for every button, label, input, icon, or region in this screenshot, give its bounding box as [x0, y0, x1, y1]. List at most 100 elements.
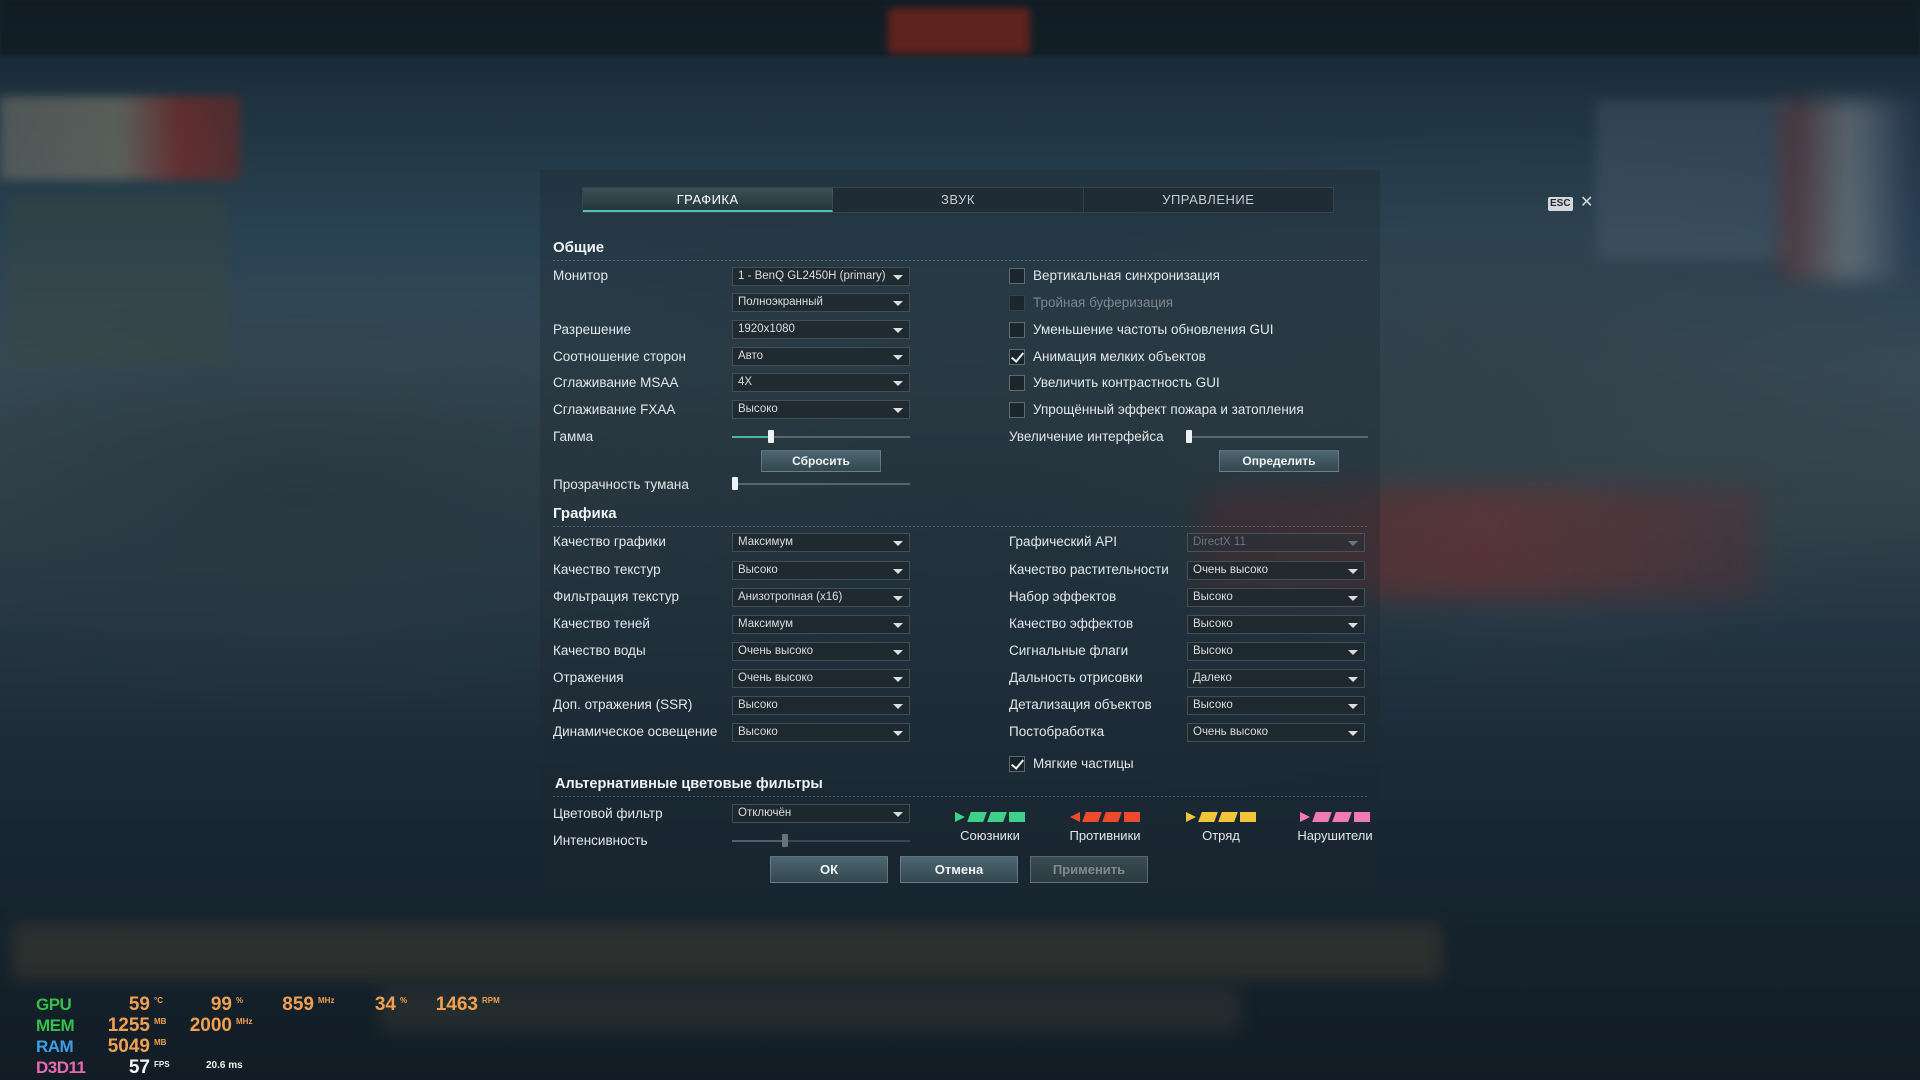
color-filter-group-name: Нарушители — [1297, 828, 1373, 843]
tab-graphics[interactable]: ГРАФИКА — [583, 188, 834, 212]
ui-scale-slider-handle[interactable] — [1186, 430, 1192, 443]
ship-marker-icon — [1198, 812, 1218, 822]
setting-checkbox-label: Упрощённый эффект пожара и затопления — [1033, 402, 1304, 417]
setting-dropdown[interactable]: Очень высоко — [1187, 723, 1365, 742]
monitor-dropdown[interactable]: 1 - BenQ GL2450H (primary) — [732, 267, 910, 286]
color-filter-icons — [1280, 812, 1390, 824]
setting-dropdown-value: Высоко — [1193, 645, 1233, 657]
hw-mem-label: MEM — [36, 1016, 75, 1035]
tab-sound[interactable]: ЗВУК — [833, 188, 1084, 212]
reset-button[interactable]: Сбросить — [761, 450, 881, 472]
gamma-slider-handle[interactable] — [768, 430, 774, 443]
chevron-down-icon — [893, 381, 903, 386]
chevron-down-icon — [893, 275, 903, 280]
chevron-down-icon — [893, 650, 903, 655]
setting-dropdown[interactable]: Очень высоко — [732, 642, 910, 661]
color-filter-label: Цветовой фильтр — [553, 806, 663, 821]
setting-dropdown[interactable]: Высоко — [1187, 696, 1365, 715]
fog-transparency-slider[interactable] — [732, 477, 910, 490]
setting-dropdown[interactable]: Далеко — [1187, 669, 1365, 688]
fxaa-dropdown[interactable]: Высоко — [732, 400, 910, 419]
fog-transparency-label: Прозрачность тумана — [553, 477, 689, 492]
arrow-right-icon — [1186, 812, 1196, 822]
color-filter-dropdown[interactable]: Отключён — [732, 804, 910, 823]
msaa-dropdown[interactable]: 4X — [732, 373, 910, 392]
chevron-down-icon — [893, 328, 903, 333]
chevron-down-icon — [1348, 704, 1358, 709]
setting-dropdown: DirectX 11 — [1187, 533, 1365, 552]
setting-dropdown[interactable]: Анизотропная (x16) — [732, 588, 910, 607]
fog-slider-handle[interactable] — [732, 477, 738, 490]
tab-controls[interactable]: УПРАВЛЕНИЕ — [1084, 188, 1333, 212]
color-filter-group-name: Союзники — [960, 828, 1020, 843]
cancel-button[interactable]: Отмена — [900, 856, 1018, 883]
mem-used-value: 1255 — [107, 1015, 150, 1036]
gpu-load-unit: % — [236, 996, 244, 1005]
chevron-down-icon — [893, 541, 903, 546]
chevron-down-icon — [1348, 596, 1358, 601]
setting-dropdown[interactable]: Высоко — [1187, 642, 1365, 661]
setting-dropdown[interactable]: Максимум — [732, 533, 910, 552]
chevron-down-icon — [893, 677, 903, 682]
color-filter-group: Нарушители — [1280, 812, 1390, 843]
detect-button[interactable]: Определить — [1219, 450, 1339, 472]
gpu-clock-value: 859 — [282, 994, 314, 1015]
fxaa-label: Сглаживание FXAA — [553, 402, 676, 417]
close-icon[interactable]: ✕ — [1580, 194, 1593, 212]
ship-marker-icon — [1082, 812, 1102, 822]
gpu-temp-value: 59 — [128, 994, 150, 1015]
msaa-value: 4X — [738, 376, 753, 388]
section-general-title: Общие — [553, 239, 605, 256]
resolution-dropdown[interactable]: 1920x1080 — [732, 320, 910, 339]
aspect-ratio-value: Авто — [738, 350, 764, 362]
setting-dropdown-value: Очень высоко — [738, 672, 814, 684]
setting-dropdown[interactable]: Высоко — [732, 696, 910, 715]
setting-checkbox — [1009, 295, 1025, 311]
soft-particles-checkbox[interactable] — [1009, 756, 1025, 772]
setting-checkbox[interactable] — [1009, 349, 1025, 365]
setting-checkbox[interactable] — [1009, 268, 1025, 284]
intensity-slider-handle[interactable] — [782, 834, 788, 847]
color-filter-group: Союзники — [935, 812, 1045, 843]
ship-marker-icon — [1354, 812, 1370, 822]
display-mode-dropdown[interactable]: Полноэкранный — [732, 293, 910, 312]
setting-dropdown[interactable]: Максимум — [732, 615, 910, 634]
chevron-down-icon — [1348, 650, 1358, 655]
apply-button[interactable]: Применить — [1030, 856, 1148, 883]
display-mode-value: Полноэкранный — [738, 296, 823, 308]
chevron-down-icon — [1348, 569, 1358, 574]
setting-dropdown[interactable]: Высоко — [1187, 588, 1365, 607]
gamma-slider[interactable] — [732, 430, 910, 443]
intensity-label: Интенсивность — [553, 833, 648, 848]
ok-button[interactable]: ОК — [770, 856, 888, 883]
hw-ram-label: RAM — [36, 1037, 74, 1056]
ship-marker-icon — [1312, 812, 1332, 822]
monitor-label: Монитор — [553, 268, 608, 283]
ui-scale-slider[interactable] — [1186, 430, 1368, 443]
fxaa-value: Высоко — [738, 403, 778, 415]
aspect-ratio-dropdown[interactable]: Авто — [732, 347, 910, 366]
setting-dropdown[interactable]: Очень высоко — [1187, 561, 1365, 580]
setting-dropdown-value: Очень высоко — [1193, 726, 1269, 738]
hw-gpu-label: GPU — [36, 995, 72, 1014]
ship-marker-icon — [1102, 812, 1122, 822]
resolution-label: Разрешение — [553, 322, 631, 337]
setting-checkbox[interactable] — [1009, 402, 1025, 418]
setting-dropdown[interactable]: Высоко — [732, 723, 910, 742]
section-graphics-title: Графика — [553, 505, 617, 522]
setting-dropdown[interactable]: Высоко — [732, 561, 910, 580]
setting-label: Отражения — [553, 670, 624, 685]
setting-checkbox[interactable] — [1009, 375, 1025, 391]
setting-label: Качество эффектов — [1009, 616, 1134, 631]
intensity-slider[interactable] — [732, 834, 910, 847]
setting-dropdown[interactable]: Очень высоко — [732, 669, 910, 688]
chevron-down-icon — [893, 812, 903, 817]
setting-label: Сигнальные флаги — [1009, 643, 1129, 658]
setting-dropdown[interactable]: Высоко — [1187, 615, 1365, 634]
setting-checkbox[interactable] — [1009, 322, 1025, 338]
fan-percent-unit: % — [400, 996, 408, 1005]
setting-dropdown-value: DirectX 11 — [1193, 536, 1246, 548]
chevron-down-icon — [893, 623, 903, 628]
gpu-temp-unit: °C — [154, 996, 163, 1005]
setting-label: Динамическое освещение — [553, 724, 718, 739]
